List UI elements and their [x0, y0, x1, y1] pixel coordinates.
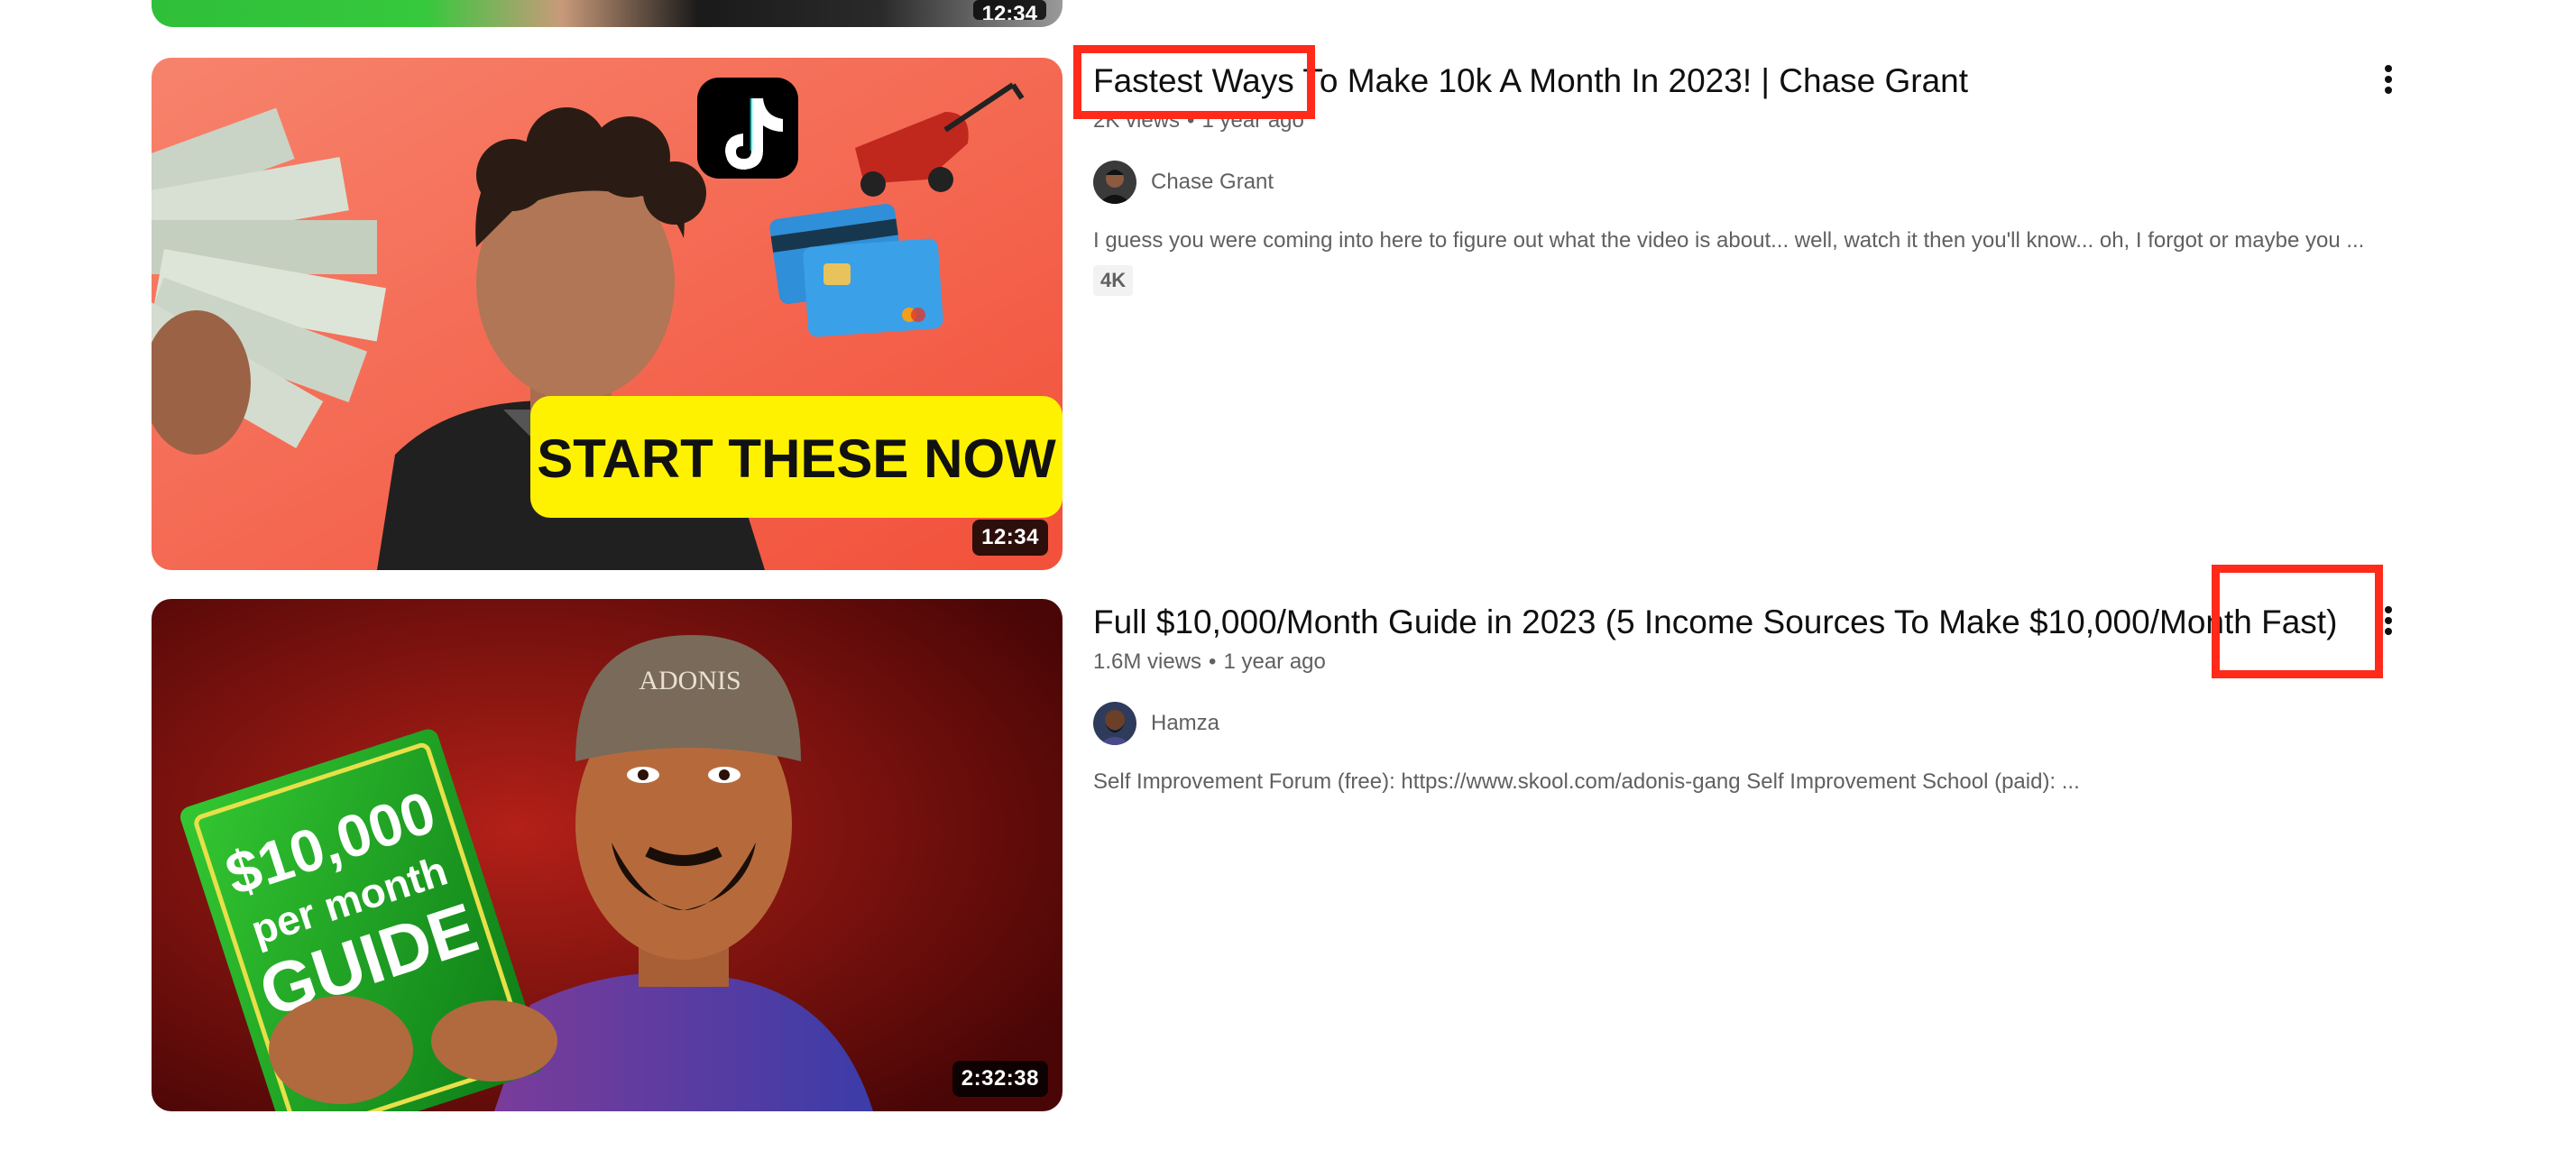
search-results-page: 12:34 START THESE NOW 12:34 Fastest Ways…: [0, 0, 2576, 1151]
video-thumbnail[interactable]: START THESE NOW 12:34: [152, 58, 1063, 570]
video-title-link[interactable]: Fastest Ways To Make 10k A Month In 2023…: [1093, 58, 2356, 105]
view-count: 2K views: [1093, 108, 1181, 133]
channel-link[interactable]: Chase Grant: [1093, 161, 2356, 204]
channel-name[interactable]: Chase Grant: [1151, 170, 1274, 195]
video-result: ADONIS $10,000 per month GUIDE 2:32:38 F…: [152, 599, 2424, 1111]
duration-badge: 12:34: [972, 520, 1048, 556]
video-metadata: 2K views • 1 year ago: [1093, 106, 2356, 135]
video-info: Full $10,000/Month Guide in 2023 (5 Inco…: [1093, 599, 2356, 797]
tiktok-icon: [697, 78, 798, 179]
upload-age: 1 year ago: [1201, 108, 1304, 133]
thumbnail-image: ADONIS $10,000 per month GUIDE: [152, 599, 1063, 1111]
upload-age: 1 year ago: [1223, 649, 1326, 674]
video-info: Fastest Ways To Make 10k A Month In 2023…: [1093, 58, 2365, 296]
4k-badge: 4K: [1093, 265, 1134, 296]
channel-avatar[interactable]: [1093, 161, 1136, 204]
more-actions-button[interactable]: [2370, 58, 2406, 101]
previous-video-thumbnail[interactable]: 12:34: [152, 0, 1063, 27]
channel-avatar[interactable]: [1093, 702, 1136, 745]
more-actions-button[interactable]: [2370, 599, 2406, 642]
duration-badge: 12:34: [972, 0, 1046, 20]
thumbnail-banner-text: START THESE NOW: [537, 428, 1056, 489]
view-count: 1.6M views: [1093, 649, 1202, 674]
thumbnail-image: START THESE NOW: [152, 58, 1063, 570]
channel-link[interactable]: Hamza: [1093, 702, 2356, 745]
cap-logo-text: ADONIS: [639, 666, 741, 695]
duration-badge: 2:32:38: [952, 1061, 1048, 1097]
meta-separator: •: [1209, 649, 1217, 674]
three-dots-vertical-icon: [2385, 65, 2392, 94]
video-result: START THESE NOW 12:34 Fastest Ways To Ma…: [152, 58, 2424, 570]
video-description: Self Improvement Forum (free): https://w…: [1093, 769, 2080, 794]
meta-separator: •: [1187, 108, 1195, 133]
channel-name[interactable]: Hamza: [1151, 711, 1219, 736]
three-dots-vertical-icon: [2385, 606, 2392, 635]
video-metadata: 1.6M views • 1 year ago: [1093, 648, 2356, 677]
video-description: I guess you were coming into here to fig…: [1093, 228, 2365, 253]
video-title-link[interactable]: Full $10,000/Month Guide in 2023 (5 Inco…: [1093, 599, 2356, 646]
video-thumbnail[interactable]: ADONIS $10,000 per month GUIDE 2:32:38: [152, 599, 1063, 1111]
